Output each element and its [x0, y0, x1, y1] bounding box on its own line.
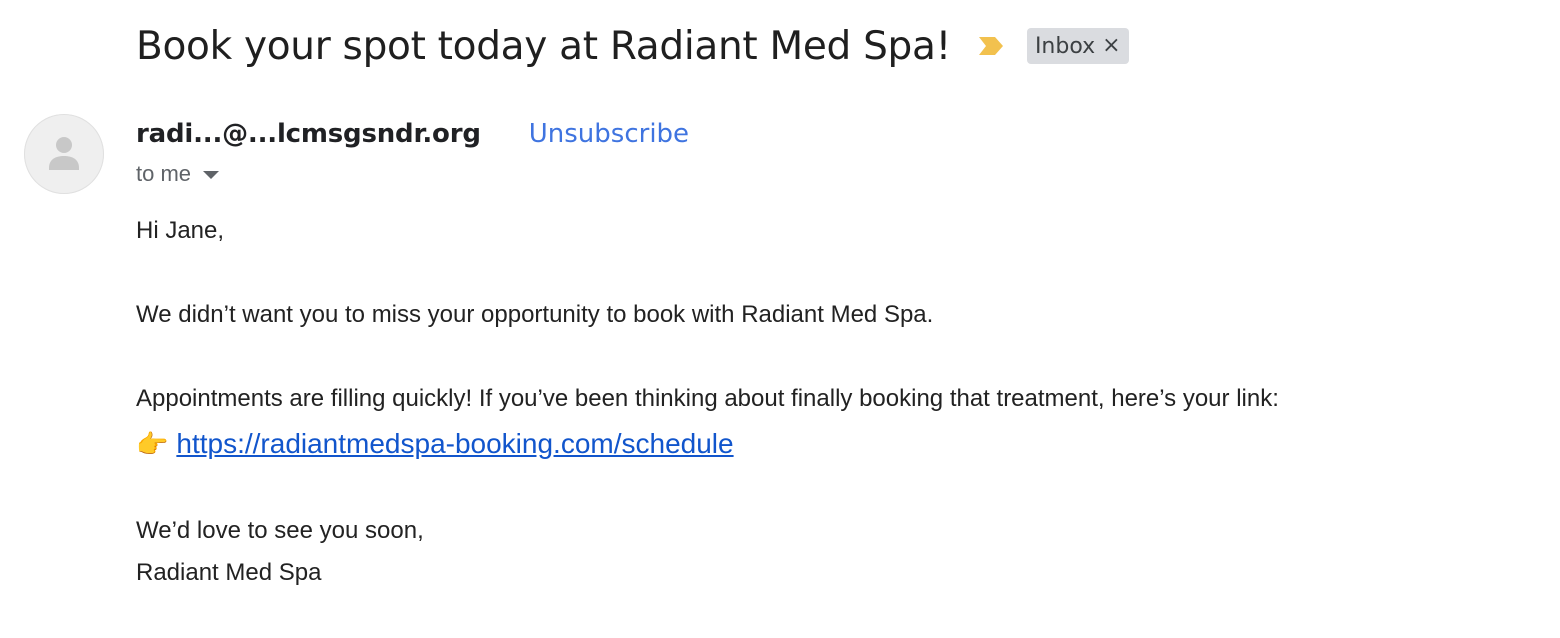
sender-row: radi...@...lcmsgsndr.org Unsubscribe [136, 114, 689, 154]
sender-address[interactable]: radi...@...lcmsgsndr.org [136, 119, 481, 149]
subject-row: Book your spot today at Radiant Med Spa!… [136, 18, 1129, 74]
email-subject: Book your spot today at Radiant Med Spa! [136, 23, 951, 69]
recipient-label: to me [136, 161, 192, 186]
inbox-label-chip[interactable]: Inbox × [1026, 28, 1129, 64]
unsubscribe-link[interactable]: Unsubscribe [529, 119, 689, 149]
body-greeting: Hi Jane, [136, 217, 225, 244]
default-avatar-icon [49, 137, 79, 170]
booking-link[interactable]: https://radiantmedspa-booking.com/schedu… [176, 428, 733, 460]
sender-avatar [24, 114, 104, 194]
booking-link-row: 👉 https://radiantmedspa-booking.com/sche… [136, 426, 734, 462]
remove-label-icon[interactable]: × [1102, 35, 1120, 57]
importance-marker-icon[interactable] [977, 35, 1005, 57]
body-paragraph-2: Appointments are filling quickly! If you… [136, 385, 1279, 412]
pointing-hand-icon: 👉 [136, 429, 169, 459]
recipient-details-toggle[interactable]: to me [136, 158, 220, 190]
body-signature: Radiant Med Spa [136, 559, 322, 586]
importance-marker-shape [978, 37, 1003, 55]
body-closing: We’d love to see you soon, [136, 517, 424, 544]
caret-down-icon[interactable] [203, 171, 220, 179]
inbox-label-text: Inbox [1034, 33, 1096, 59]
body-paragraph-1: We didn’t want you to miss your opportun… [136, 301, 934, 328]
